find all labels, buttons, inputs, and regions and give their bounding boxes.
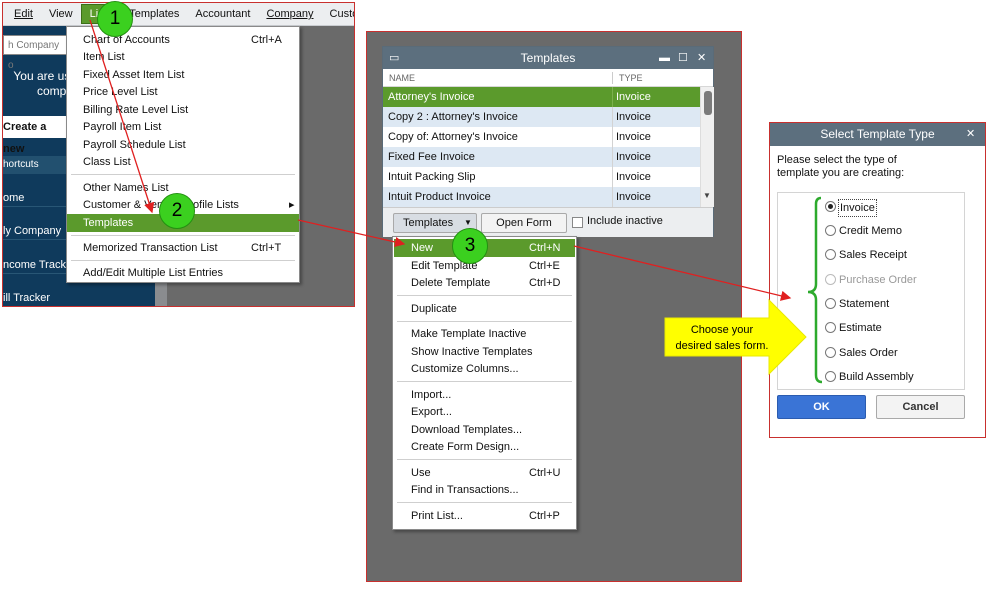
annotation-overlay	[89, 19, 823, 384]
options-bracket	[807, 196, 823, 384]
callout-text: Choose your desired sales form.	[675, 324, 769, 352]
step-2-badge: 2	[159, 193, 195, 229]
arrow-step3-to-dialog	[573, 245, 792, 301]
arrow-step2-to-step3	[297, 219, 406, 248]
arrow-step1-to-step2	[89, 19, 155, 214]
step-1-badge: 1	[97, 1, 133, 37]
step-3-badge: 3	[452, 228, 488, 264]
